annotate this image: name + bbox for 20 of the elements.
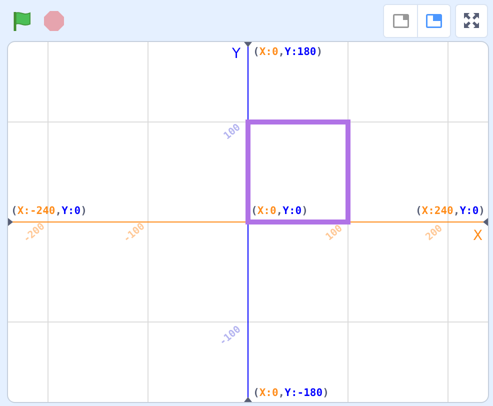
y-tick-label: -100 [218,324,244,348]
large-stage-button[interactable] [417,4,450,36]
stop-icon[interactable] [44,10,64,30]
flag-icon[interactable] [12,10,32,32]
coordinate-label: (X:-240,Y:0) [11,205,87,217]
x-axis-letter: X [473,228,483,244]
fullscreen-icon [464,13,479,28]
small-stage-icon [392,14,408,28]
x-tick-label: 200 [424,223,445,244]
x-tick-label: -100 [122,221,148,246]
coordinate-label: (X:240,Y:0) [415,205,485,217]
y-axis-letter: Y [232,46,241,62]
coordinate-label: (X:0,Y:0) [251,205,308,217]
coordinate-label: (X:0,Y:180) [253,46,323,58]
large-stage-icon [426,14,442,28]
coordinate-label: (X:0,Y:-180) [253,387,329,399]
x-tick-label: -200 [22,221,48,246]
y-tick-label: 100 [222,122,243,142]
x-tick-label: 100 [324,223,345,244]
fullscreen-button[interactable] [455,4,488,38]
